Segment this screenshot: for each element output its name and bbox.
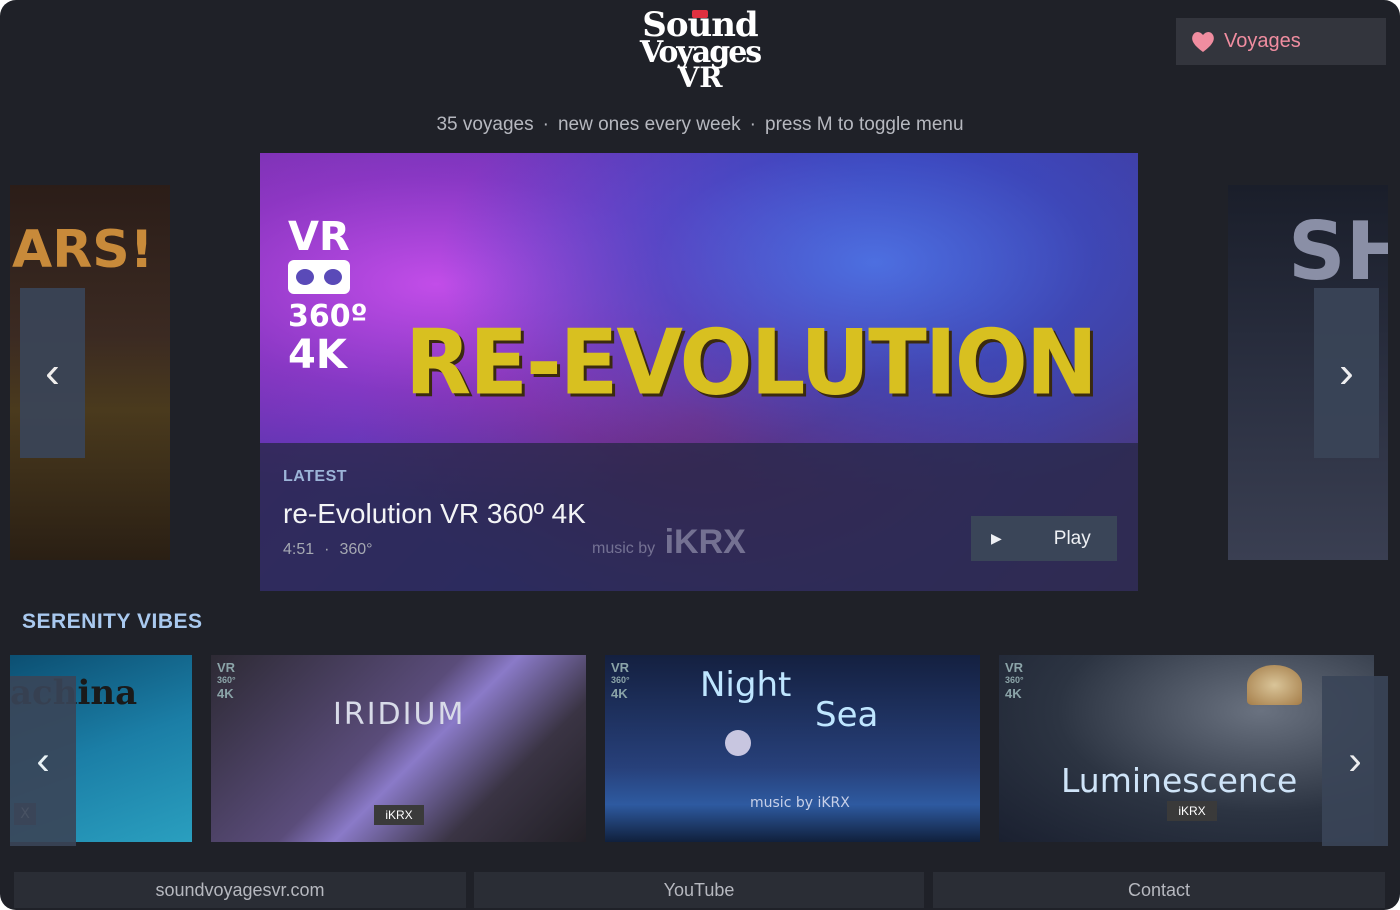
section-title: SERENITY VIBES [22,610,203,633]
hero-title: re-Evolution VR 360º 4K [283,498,586,529]
row-next-button[interactable]: › [1322,676,1388,846]
menu-hint: press M to toggle menu [765,114,964,135]
row-prev-button[interactable]: ‹ [10,676,76,846]
badge-resolution: 4K [288,332,347,378]
watermark-prefix: music by [592,540,656,557]
tile-title-line-2: Sea [815,695,879,735]
vr-goggles-icon [692,10,708,18]
separator: · [542,114,549,135]
website-link[interactable]: soundvoyagesvr.com [14,872,466,908]
vr-badge: VR 360º 4K [288,214,368,378]
separator: · [324,541,330,558]
tile-brand-badge: music by iKRX [750,795,850,811]
vr-headset-icon [288,260,350,294]
play-label: Play [1053,527,1091,549]
header-subtitle: 35 voyages · new ones every week · press M t… [0,114,1400,136]
hero-tag: LATEST [283,468,348,485]
update-note: new ones every week [557,114,741,135]
play-icon: ▶ [991,530,1002,546]
badge-degrees: 360º [288,299,368,334]
video-tile[interactable]: VR 360° 4K Night Sea music by iKRX [605,655,980,842]
chevron-left-icon: ‹ [36,738,50,783]
hero-info-panel: LATEST re-Evolution VR 360º 4K 4:51 · 360°… [260,443,1138,591]
hero-meta: 4:51 · 360° [283,541,373,559]
hero-artwork-title: RE-EVOLUTION [405,310,1098,416]
app-logo: Sound Voyages VR [620,8,780,105]
tile-brand-badge: iKRX [1167,801,1217,821]
watermark-brand: iKRX [664,523,746,561]
video-tile[interactable]: VR 360° 4K Luminescence iKRX [999,655,1374,842]
badge-vr: VR [288,214,350,260]
prev-slide-title: ARS! [12,220,154,280]
heart-icon [1192,31,1214,52]
carousel-next-button[interactable]: › [1314,288,1379,458]
chevron-left-icon: ‹ [45,348,60,397]
moon-shape [725,730,751,756]
next-slide-title: SH [1288,205,1388,298]
video-tile[interactable]: VR 360° 4K IRIDIUM iKRX [211,655,586,842]
tile-title: IRIDIUM [333,697,466,732]
tile-vr-badge: VR 360° 4K [217,660,236,701]
music-watermark: music by iKRX [592,523,746,562]
hero-duration: 4:51 [283,541,315,558]
favorites-label: Voyages [1224,30,1301,52]
chevron-right-icon: › [1339,348,1354,397]
tile-title: Luminescence [1061,761,1298,800]
app-window: Sound Voyages VR 35 voyages · new ones eve… [0,0,1400,910]
hero-slide[interactable]: VR 360º 4K RE-EVOLUTION LATEST re-Evolut… [260,153,1138,591]
hero-format: 360° [339,541,373,558]
chevron-right-icon: › [1348,738,1362,783]
carousel-prev-button[interactable]: ‹ [20,288,85,458]
tile-brand-badge: iKRX [374,805,424,825]
jellyfish-shape [1247,665,1302,705]
play-button[interactable]: ▶ Play [971,516,1117,561]
tile-title-line-1: Night [700,665,792,705]
youtube-link[interactable]: YouTube [474,872,924,908]
voyage-count: 35 voyages [436,114,534,135]
contact-link[interactable]: Contact [933,872,1385,908]
tile-vr-badge: VR 360° 4K [611,660,630,701]
separator: · [749,114,756,135]
favorites-button[interactable]: Voyages [1176,18,1386,65]
tile-vr-badge: VR 360° 4K [1005,660,1024,701]
